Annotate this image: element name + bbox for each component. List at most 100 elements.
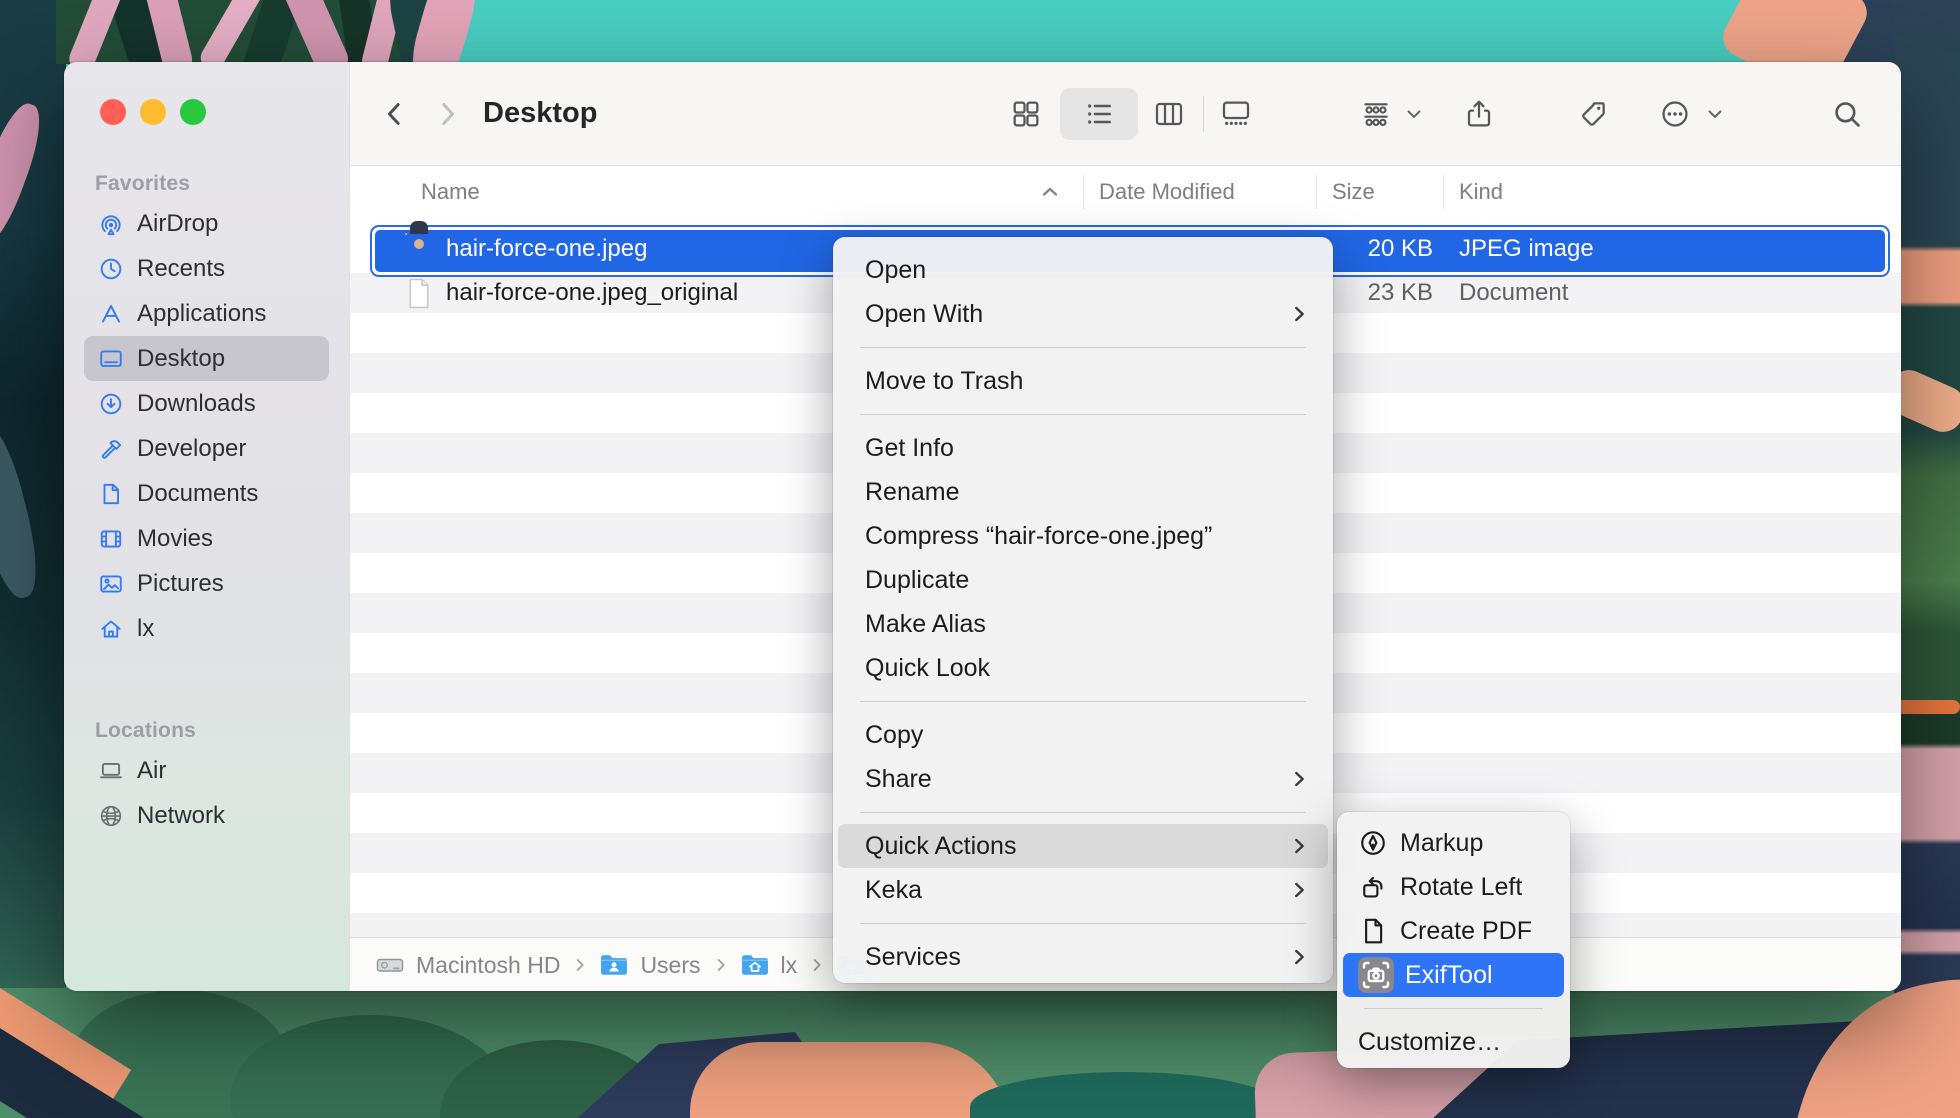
sidebar-section-label: Locations [64,714,349,748]
sidebar-item-desktop[interactable]: Desktop [84,336,329,381]
menu-item-get-info[interactable]: Get Info [838,426,1328,470]
menu-item-compress-hair-force-one-jpeg[interactable]: Compress “hair-force-one.jpeg” [838,514,1328,558]
sort-ascending-icon[interactable] [1038,180,1062,204]
folder-users-icon [600,952,628,978]
icon-view-button[interactable] [1005,62,1047,165]
menu-item-label: Customize… [1358,1028,1501,1057]
sidebar-item-airdrop[interactable]: AirDrop [84,201,329,246]
zoom-button[interactable] [180,99,206,125]
search-button[interactable] [1826,62,1868,165]
submenu-arrow-icon [1288,879,1310,901]
file-name: hair-force-one.jpeg_original [446,279,738,307]
menu-item-rotate-left[interactable]: Rotate Left [1343,865,1564,909]
menu-item-make-alias[interactable]: Make Alias [838,602,1328,646]
menu-item-move-to-trash[interactable]: Move to Trash [838,359,1328,403]
sidebar-item-label: Applications [137,300,266,328]
share-button[interactable] [1458,62,1500,165]
column-divider[interactable] [1443,175,1444,209]
chevron-right-icon [432,99,462,129]
menu-item-keka[interactable]: Keka [838,868,1328,912]
more-chevron-down-icon[interactable] [1701,62,1729,165]
menu-separator [860,923,1306,924]
menu-item-rename[interactable]: Rename [838,470,1328,514]
submenu-arrow-icon [1288,835,1310,857]
sidebar-item-label: lx [137,615,154,643]
toolbar: Desktop [350,62,1901,166]
minimize-button[interactable] [140,99,166,125]
list-view-icon [1083,98,1115,130]
path-segment[interactable]: lx [781,952,798,979]
wallpaper-right-foliage [1894,0,1960,1118]
sidebar-item-label: Movies [137,525,213,553]
menu-item-services[interactable]: Services [838,935,1328,979]
column-header-size[interactable]: Size [1332,166,1375,217]
forward-button[interactable] [426,62,468,165]
column-view-button[interactable] [1148,62,1190,165]
menu-item-label: ExifTool [1405,961,1493,990]
menu-item-label: Duplicate [865,566,969,595]
file-kind: JPEG image [1459,235,1594,263]
menu-item-copy[interactable]: Copy [838,713,1328,757]
menu-item-label: Copy [865,721,923,750]
file-thumbnail [406,234,432,265]
menu-item-open-with[interactable]: Open With [838,292,1328,336]
column-divider[interactable] [1083,175,1084,209]
path-chevron-icon [572,957,588,973]
sidebar-item-air[interactable]: Air [84,748,329,793]
sidebar-item-label: Network [137,802,225,830]
column-header-date-modified[interactable]: Date Modified [1099,166,1235,217]
column-divider[interactable] [1316,175,1317,209]
sidebar-item-label: Developer [137,435,246,463]
sidebar-item-label: AirDrop [137,210,218,238]
menu-item-duplicate[interactable]: Duplicate [838,558,1328,602]
menu-item-share[interactable]: Share [838,757,1328,801]
sidebar-item-movies[interactable]: Movies [84,516,329,561]
window-controls [100,99,206,125]
chevron-down-icon [1404,104,1424,124]
menu-item-markup[interactable]: Markup [1343,821,1564,865]
chevron-down-icon [1705,104,1725,124]
sidebar-item-recents[interactable]: Recents [84,246,329,291]
ellipsis-circle-icon [1659,98,1691,130]
column-header-kind[interactable]: Kind [1459,166,1503,217]
exiftool-icon [1358,957,1394,993]
back-button[interactable] [374,62,416,165]
menu-item-label: Compress “hair-force-one.jpeg” [865,522,1212,551]
menu-item-customize[interactable]: Customize… [1343,1020,1564,1064]
sidebar-item-documents[interactable]: Documents [84,471,329,516]
more-options-button[interactable] [1654,62,1696,165]
close-button[interactable] [100,99,126,125]
menu-item-label: Quick Look [865,654,990,683]
menu-item-label: Rotate Left [1400,873,1522,902]
menu-item-open[interactable]: Open [838,248,1328,292]
column-header-name[interactable]: Name [421,166,480,217]
folder-home-icon [741,952,769,978]
toolbar-divider [1203,96,1204,132]
sidebar-item-label: Recents [137,255,225,283]
sidebar-item-developer[interactable]: Developer [84,426,329,471]
sidebar-item-applications[interactable]: Applications [84,291,329,336]
group-icon [1360,98,1392,130]
gallery-view-button[interactable] [1215,62,1257,165]
sidebar-item-network[interactable]: Network [84,793,329,838]
developer-icon [98,436,124,462]
group-chevron-down-icon[interactable] [1400,62,1428,165]
list-view-button[interactable] [1078,62,1120,165]
sidebar-item-downloads[interactable]: Downloads [84,381,329,426]
menu-item-quick-actions[interactable]: Quick Actions [838,824,1328,868]
sidebar-item-pictures[interactable]: Pictures [84,561,329,606]
sidebar-section-label: Favorites [64,167,349,201]
group-button[interactable] [1355,62,1397,165]
menu-item-quick-look[interactable]: Quick Look [838,646,1328,690]
search-icon [1831,98,1863,130]
sidebar-sections: Favorites AirDrop Recents Applications Deskt… [64,167,349,838]
sidebar-item-lx[interactable]: lx [84,606,329,651]
menu-item-exiftool[interactable]: ExifTool [1343,953,1564,997]
path-segment[interactable]: Macintosh HD [416,952,560,979]
menu-item-create-pdf[interactable]: Create PDF [1343,909,1564,953]
grid-view-icon [1010,98,1042,130]
path-chevron-icon [809,957,825,973]
path-segment[interactable]: Users [640,952,700,979]
tag-button[interactable] [1572,62,1614,165]
menu-item-label: Get Info [865,434,954,463]
